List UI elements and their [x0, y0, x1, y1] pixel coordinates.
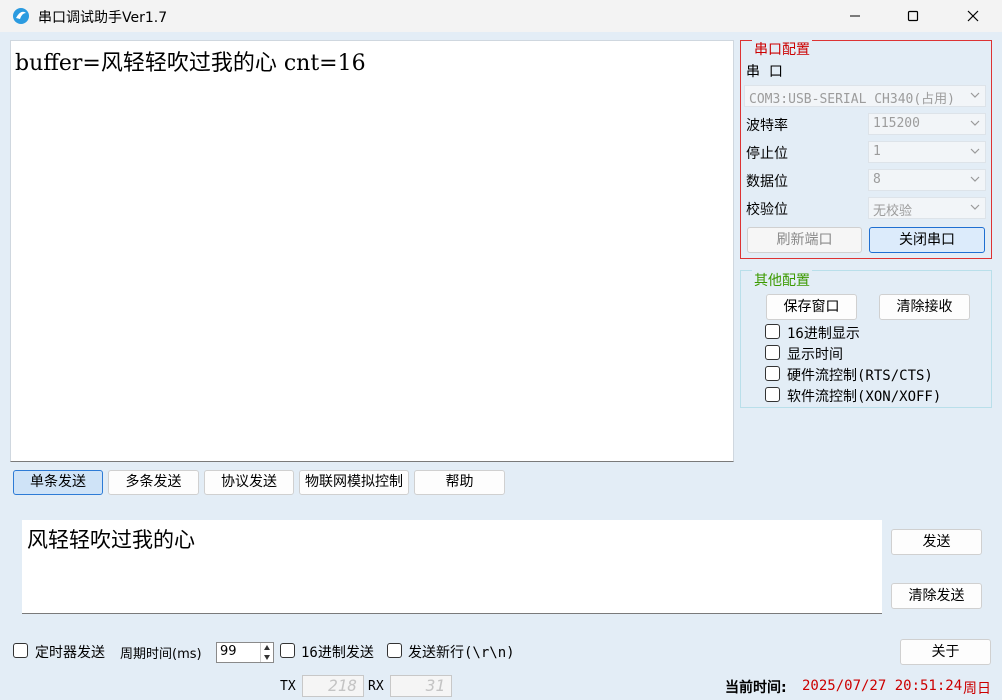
clear-receive-button[interactable]: 清除接收 [879, 294, 970, 320]
data-bits-select-value: 8 [873, 172, 881, 187]
tab-protocol-send[interactable]: 协议发送 [204, 470, 294, 495]
clear-send-button[interactable]: 清除发送 [891, 583, 982, 609]
hex-send-label: 16进制发送 [301, 645, 374, 661]
current-time-value: 2025/07/27 20:51:24 [802, 678, 963, 694]
baud-select[interactable]: 115200 [868, 113, 986, 135]
serial-config-legend: 串口配置 [752, 39, 812, 59]
baud-label: 波特率 [746, 118, 788, 134]
timer-send-checkbox[interactable] [13, 643, 28, 658]
hw-flow-checkbox[interactable] [765, 366, 780, 381]
hw-flow-label: 硬件流控制(RTS/CTS) [787, 368, 933, 384]
app-logo-icon [13, 8, 29, 24]
chevron-down-icon [970, 92, 980, 98]
sw-flow-label: 软件流控制(XON/XOFF) [787, 389, 942, 405]
maximize-button[interactable] [884, 0, 942, 32]
hex-send-checkbox[interactable] [280, 643, 295, 658]
title-bar: 串口调试助手Ver1.7 [0, 0, 1002, 32]
close-port-button[interactable]: 关闭串口 [869, 227, 985, 253]
current-time-label: 当前时间: [725, 680, 787, 696]
port-select-value: COM3:USB-SERIAL CH340(占用) [749, 92, 956, 107]
send-text: 风轻轻吹过我的心 [27, 528, 195, 552]
period-value: 99 [220, 644, 237, 659]
rx-counter: 31 [390, 675, 452, 697]
tab-multi-send[interactable]: 多条发送 [108, 470, 199, 495]
spin-buttons[interactable] [260, 643, 273, 662]
parity-label: 校验位 [746, 202, 788, 218]
save-window-button[interactable]: 保存窗口 [766, 294, 857, 320]
send-textarea[interactable]: 风轻轻吹过我的心 [22, 520, 882, 614]
period-spinbox[interactable]: 99 [216, 642, 274, 663]
receive-text: buffer=风轻轻吹过我的心 cnt=16 [15, 51, 366, 76]
tx-label: TX [280, 679, 296, 694]
chevron-down-icon [970, 204, 980, 210]
chevron-down-icon [970, 176, 980, 182]
about-button[interactable]: 关于 [900, 639, 991, 665]
spin-up-icon[interactable] [261, 643, 273, 652]
parity-select[interactable]: 无校验 [868, 197, 986, 219]
send-newline-label: 发送新行(\r\n) [408, 645, 515, 661]
parity-select-value: 无校验 [873, 204, 913, 219]
tab-help[interactable]: 帮助 [414, 470, 505, 495]
other-config-legend: 其他配置 [752, 270, 812, 290]
minimize-icon [850, 15, 860, 17]
refresh-ports-button[interactable]: 刷新端口 [747, 227, 862, 253]
timer-send-label: 定时器发送 [35, 645, 105, 661]
baud-select-value: 115200 [873, 116, 920, 131]
send-button[interactable]: 发送 [891, 529, 982, 555]
data-bits-label: 数据位 [746, 174, 788, 190]
chevron-down-icon [970, 148, 980, 154]
rx-label: RX [368, 679, 384, 694]
port-label: 串 口 [746, 64, 783, 80]
tab-single-send[interactable]: 单条发送 [13, 470, 103, 495]
tab-iot-control[interactable]: 物联网模拟控制 [299, 470, 409, 495]
show-time-checkbox[interactable] [765, 345, 780, 360]
tx-counter: 218 [302, 675, 364, 697]
receive-textarea[interactable]: buffer=风轻轻吹过我的心 cnt=16 [10, 40, 734, 462]
hex-display-label: 16进制显示 [787, 326, 860, 342]
send-newline-checkbox[interactable] [387, 643, 402, 658]
minimize-button[interactable] [826, 0, 884, 32]
weekday-value: 周日 [963, 681, 991, 697]
spin-down-icon[interactable] [261, 653, 273, 662]
maximize-icon [907, 10, 919, 22]
stop-bits-label: 停止位 [746, 146, 788, 162]
show-time-label: 显示时间 [787, 347, 843, 363]
stop-bits-select[interactable]: 1 [868, 141, 986, 163]
close-icon [967, 10, 979, 22]
port-select[interactable]: COM3:USB-SERIAL CH340(占用) [744, 85, 986, 107]
window-title: 串口调试助手Ver1.7 [38, 10, 168, 26]
data-bits-select[interactable]: 8 [868, 169, 986, 191]
stop-bits-select-value: 1 [873, 144, 881, 159]
sw-flow-checkbox[interactable] [765, 387, 780, 402]
close-button[interactable] [944, 0, 1002, 32]
hex-display-checkbox[interactable] [765, 324, 780, 339]
chevron-down-icon [970, 120, 980, 126]
period-label: 周期时间(ms) [120, 647, 202, 662]
